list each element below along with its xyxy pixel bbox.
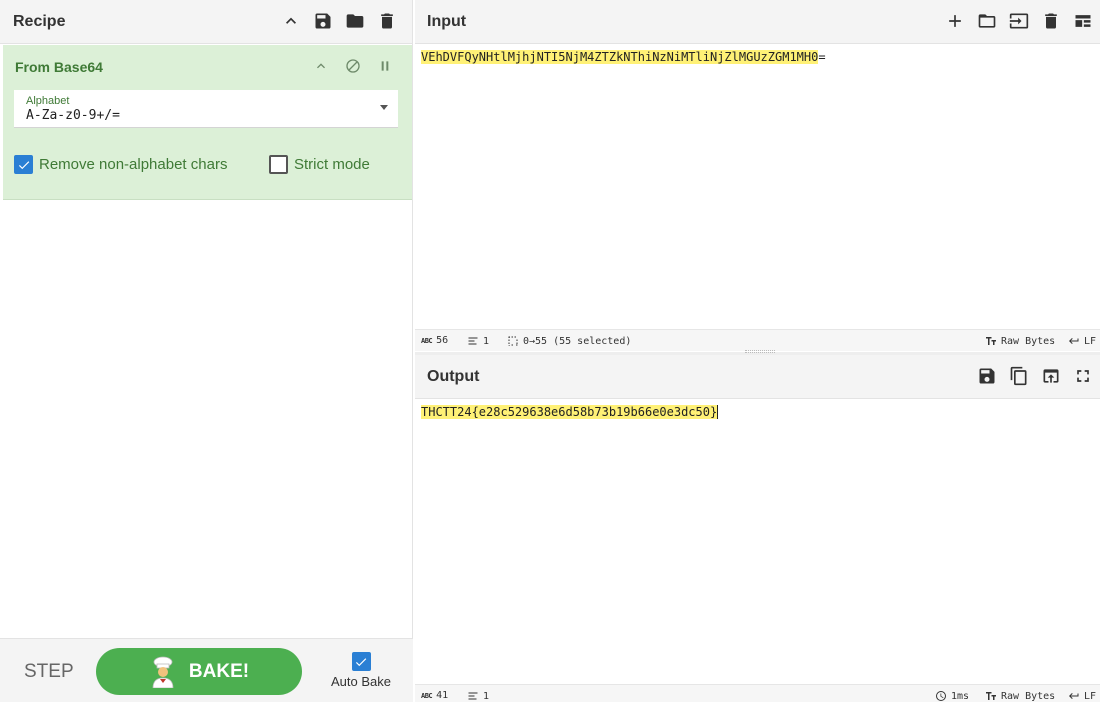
input-textarea[interactable]: VEhDVFQyNHtlMjhjNTI5NjM4ZTZkNThiNzNiMTli… [421,49,826,65]
input-eol[interactable]: LF [1084,336,1096,347]
lines-icon [468,337,478,345]
recipe-pane: Recipe From Base64 Alphabet A-Za-z0-9+/=… [0,0,413,702]
disable-icon[interactable] [342,55,364,77]
text-format-icon [986,337,996,345]
output-eol[interactable]: LF [1084,691,1096,702]
save-icon[interactable] [312,10,334,32]
input-selection-stat: 0→55 (55 selected) [507,335,631,347]
alphabet-select[interactable]: Alphabet A-Za-z0-9+/= [14,90,398,128]
trash-icon[interactable] [1040,10,1062,32]
remove-non-alphabet-checkbox[interactable]: Remove non-alphabet chars [14,155,227,174]
output-time-stat: 1ms [935,690,969,702]
selection-icon [508,336,518,346]
chevron-up-icon[interactable] [310,55,332,77]
output-length-stat: ABC 41 [421,690,448,701]
auto-bake-toggle[interactable]: Auto Bake [331,652,391,689]
abc-icon: ABC [421,336,433,345]
strict-mode-checkbox[interactable]: Strict mode [269,155,370,174]
bake-label: BAKE! [188,660,250,682]
layout-icon[interactable] [1072,10,1094,32]
output-status-bar: ABC 41 1 1ms Raw Bytes LF [415,684,1100,702]
input-lines-stat: 1 [467,335,489,347]
strict-mode-label: Strict mode [294,156,370,173]
return-arrow-icon [1069,693,1079,699]
input-length: 56 [436,335,449,346]
chevron-up-icon[interactable] [280,10,302,32]
chevron-down-icon[interactable] [380,105,388,110]
input-eol-button[interactable]: LF [1068,335,1096,347]
recipe-title: Recipe [13,13,66,30]
fullscreen-icon[interactable] [1072,365,1094,387]
pause-icon[interactable] [374,55,396,77]
output-lines: 1 [483,690,490,702]
clock-icon [936,691,946,701]
text-cursor [717,405,719,419]
output-length: 41 [436,690,449,701]
splitter-handle[interactable] [745,350,775,353]
operation-from-base64: From Base64 Alphabet A-Za-z0-9+/= Remove… [3,45,412,200]
output-title: Output [427,368,480,385]
return-arrow-icon [1069,338,1079,344]
output-text[interactable]: THCTT24{e28c529638e6d58b73b19b66e0e3dc50… [421,405,718,419]
input-pane: Input VEhDVFQyNHtlMjhjNTI5NjM4ZTZkNThiNz… [415,0,1100,352]
output-textarea[interactable]: THCTT24{e28c529638e6d58b73b19b66e0e3dc50… [421,404,719,420]
input-lines: 1 [483,335,490,347]
checkbox-checked-icon[interactable] [14,155,33,174]
input-status-bar: ABC 56 1 0→55 (55 selected) Raw Bytes LF [415,329,1100,351]
recipe-header: Recipe [0,0,412,44]
input-selected-text[interactable]: VEhDVFQyNHtlMjhjNTI5NjM4ZTZkNThiNzNiMTli… [421,50,819,64]
output-lines-stat: 1 [467,690,489,702]
input-selection: 0→55 (55 selected) [523,335,632,347]
alphabet-label: Alphabet [26,95,70,107]
input-title: Input [427,13,467,30]
output-eol-button[interactable]: LF [1068,690,1096,702]
folder-icon[interactable] [344,10,366,32]
output-raw-bytes[interactable]: Raw Bytes [1001,691,1055,702]
save-icon[interactable] [976,365,998,387]
input-encoding-button[interactable]: Raw Bytes [985,335,1055,347]
output-header: Output [415,355,1100,399]
auto-bake-label: Auto Bake [331,674,391,689]
recipe-controls: STEP BAKE! Auto Bake [0,638,413,702]
replace-input-icon[interactable] [1040,365,1062,387]
open-folder-icon[interactable] [976,10,998,32]
trash-icon[interactable] [376,10,398,32]
checkbox-checked-icon[interactable] [351,652,371,671]
copy-icon[interactable] [1008,365,1030,387]
checkbox-unchecked-icon[interactable] [269,155,288,174]
input-raw-bytes[interactable]: Raw Bytes [1001,336,1055,347]
operation-title: From Base64 [15,59,103,75]
add-icon[interactable] [944,10,966,32]
step-button[interactable]: STEP [24,661,74,683]
bake-button[interactable]: BAKE! [96,648,302,695]
output-encoding-button[interactable]: Raw Bytes [985,690,1055,702]
output-pane: Output THCTT24{e28c529638e6d58b73b19b66e… [415,355,1100,702]
lines-icon [468,692,478,700]
input-header: Input [415,0,1100,44]
chef-icon [152,656,174,688]
remove-non-alphabet-label: Remove non-alphabet chars [39,156,228,173]
input-file-icon[interactable] [1008,10,1030,32]
abc-icon: ABC [421,691,433,700]
output-time: 1ms [951,690,970,702]
input-length-stat: ABC 56 [421,335,448,346]
input-trailing-text[interactable]: = [818,50,825,64]
text-format-icon [986,692,996,700]
alphabet-value: A-Za-z0-9+/= [26,108,120,123]
